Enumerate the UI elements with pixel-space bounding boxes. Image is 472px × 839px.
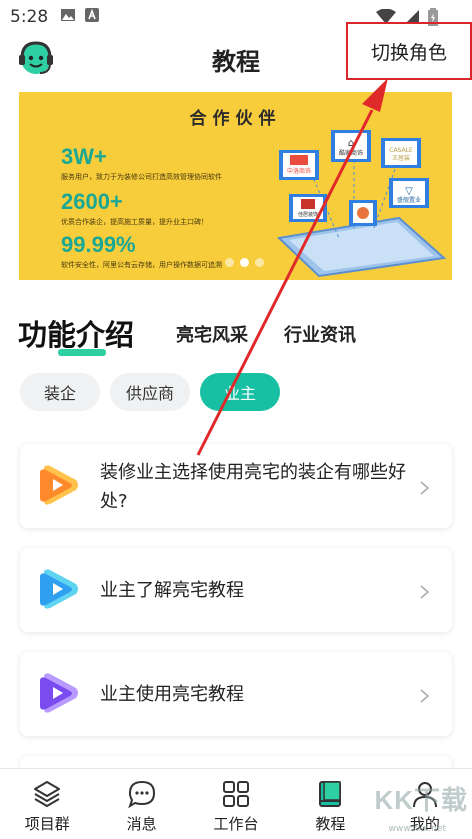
partner-logo-label: 盛舰置业 — [397, 196, 421, 204]
nav-project-groups[interactable]: 项目群 — [0, 769, 94, 839]
chevron-right-icon — [418, 584, 432, 599]
a-icon — [84, 7, 100, 27]
switch-role-button[interactable]: 切换角色 — [346, 22, 472, 80]
carousel-dot-active[interactable] — [240, 258, 249, 267]
grid-icon — [223, 781, 250, 807]
tab-showcase[interactable]: 亮宅风采 — [176, 321, 248, 347]
stat-value: 2600+ — [61, 189, 123, 214]
list-item-title: 业主使用亮宅教程 — [100, 684, 244, 705]
layers-icon — [34, 781, 61, 807]
nav-label: 教程 — [315, 815, 346, 833]
stat-desc: 服务用户，致力于为装修公司打造高效管理协同软件 — [61, 173, 222, 181]
nav-messages[interactable]: 消息 — [94, 769, 188, 839]
svg-text:CASALE: CASALE — [389, 147, 413, 154]
chip-decoration-company[interactable]: 装企 — [20, 373, 100, 411]
carousel-dots[interactable] — [225, 258, 264, 267]
carousel-dot[interactable] — [255, 258, 264, 267]
partner-logo-label: 中洛商饰 — [287, 167, 311, 175]
stat-security: 99.99% 软件安全性，阿里公有云存储，用户操作数据可追溯 — [61, 232, 222, 270]
nav-label: 工作台 — [213, 815, 259, 833]
play-icon — [38, 464, 80, 506]
nav-label: 项目群 — [24, 815, 70, 833]
partner-logo: 中洛商饰 — [279, 150, 319, 180]
section-tabs: 功能介绍 亮宅风采 行业资讯 — [18, 312, 458, 358]
nav-tutorials[interactable]: 教程 — [283, 769, 377, 839]
list-item[interactable]: 装修业主选择使用亮宅的装企有哪些好处? — [20, 444, 452, 528]
nav-workbench[interactable]: 工作台 — [189, 769, 283, 839]
chevron-right-icon — [418, 688, 432, 703]
stat-value: 99.99% — [61, 232, 136, 257]
tab-industry-news[interactable]: 行业资讯 — [284, 321, 356, 347]
list-item[interactable]: 业主使用亮宅教程 — [20, 652, 452, 736]
partner-logo-label: 酷家商饰 — [339, 149, 363, 157]
svg-text:王居装: 王居装 — [392, 154, 410, 162]
chip-supplier[interactable]: 供应商 — [110, 373, 190, 411]
stat-value: 3W+ — [61, 144, 107, 169]
partner-logo-label: 佳居装饰 — [298, 211, 318, 218]
status-time: 5:28 — [10, 7, 49, 27]
stat-desc: 软件安全性，阿里公有云存储，用户操作数据可追溯 — [61, 261, 222, 269]
svg-text:▽: ▽ — [405, 186, 413, 197]
banner-illustration: 中洛商饰 ⌂ 酷家商饰 CASALE 王居装 ▽ 盛舰置业 佳居装饰 — [276, 130, 447, 278]
tab-features[interactable]: 功能介绍 — [18, 312, 134, 354]
book-icon — [319, 781, 342, 807]
svg-text:⌂: ⌂ — [348, 138, 354, 149]
nav-label: 消息 — [126, 815, 157, 833]
carousel-dot[interactable] — [225, 258, 234, 267]
partner-logo: ▽ 盛舰置业 — [389, 178, 429, 208]
stat-partners: 2600+ 优质合作装企，提高施工质量，提升业主口碑！ — [61, 189, 208, 227]
list-item[interactable]: 业主了解亮宅教程 — [20, 548, 452, 632]
banner-title: 合作伙伴 — [189, 109, 282, 129]
play-icon — [38, 672, 80, 714]
watermark-url: www.kkx.net — [388, 824, 447, 834]
partner-logo — [349, 200, 377, 226]
watermark-logo: KK下载 — [374, 785, 468, 815]
partner-logo: ⌂ 酷家商饰 — [331, 130, 371, 162]
image-icon — [60, 7, 76, 27]
partner-banner[interactable]: 合作伙伴 3W+ 服务用户，致力于为装修公司打造高效管理协同软件 2600+ 优… — [19, 92, 452, 280]
partner-logo: 佳居装饰 — [289, 194, 327, 222]
list-item-title: 业主了解亮宅教程 — [100, 580, 244, 601]
chevron-right-icon — [418, 480, 432, 495]
chat-bubble-icon — [127, 780, 155, 809]
play-icon — [38, 568, 80, 610]
stat-desc: 优质合作装企，提高施工质量，提升业主口碑！ — [61, 218, 208, 226]
header: 教程 切换角色 — [0, 22, 472, 84]
stat-users: 3W+ 服务用户，致力于为装修公司打造高效管理协同软件 — [61, 144, 222, 182]
list-item-title: 装修业主选择使用亮宅的装企有哪些好处? — [100, 462, 406, 512]
partner-logo: CASALE 王居装 — [381, 138, 421, 168]
role-chips: 装企 供应商 业主 — [20, 373, 280, 411]
chip-homeowner[interactable]: 业主 — [200, 373, 280, 411]
